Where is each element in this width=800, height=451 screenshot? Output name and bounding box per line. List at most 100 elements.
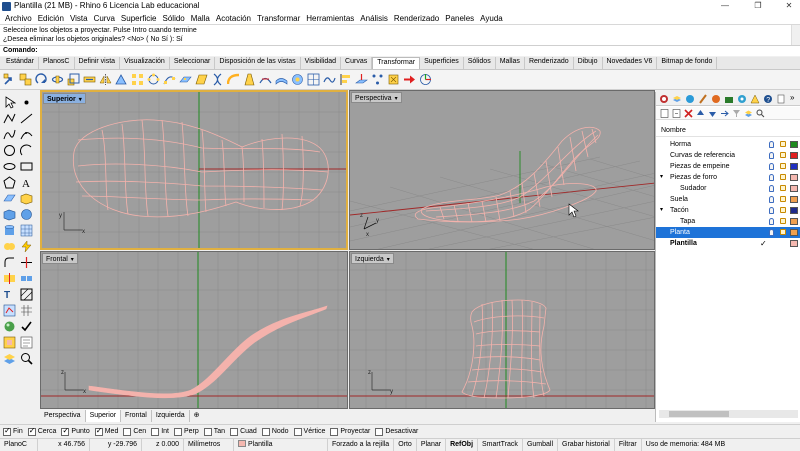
layers-column-header[interactable]: Nombre (656, 125, 800, 137)
array-curve-icon[interactable] (163, 73, 176, 86)
osnap-checkbox[interactable] (61, 426, 70, 436)
status-planar[interactable]: Planar (417, 438, 447, 451)
check-icon[interactable] (20, 320, 33, 333)
expand-twisty-icon[interactable]: ▾ (660, 172, 663, 183)
hatch-icon[interactable] (20, 288, 33, 301)
arrow-right-icon[interactable] (403, 73, 416, 86)
layer-row[interactable]: Horma (656, 139, 800, 150)
environments-tab-icon[interactable] (711, 94, 721, 104)
layer-lock-icon[interactable] (780, 207, 786, 213)
flow-along-curve-icon[interactable] (259, 73, 272, 86)
properties-icon[interactable] (20, 336, 33, 349)
layer-color-swatch[interactable] (790, 207, 798, 214)
layer-toggle-icon[interactable] (3, 352, 16, 365)
status-orto[interactable]: Orto (394, 438, 417, 451)
tab-novedades-v6[interactable]: Novedades V6 (603, 57, 658, 69)
osnap-checkbox[interactable] (330, 427, 339, 436)
align-icon[interactable] (339, 73, 352, 86)
surface-from-points-icon[interactable] (3, 192, 16, 205)
layer-color-swatch[interactable] (790, 240, 798, 247)
menu-herramientas[interactable]: Herramientas (303, 14, 357, 23)
status-refobj[interactable]: RefObj (446, 438, 479, 451)
lights-tab-icon[interactable] (750, 94, 760, 104)
menu-edicion[interactable]: Edición (35, 14, 67, 23)
dimension-icon[interactable]: T (3, 288, 16, 301)
osnap-cuad[interactable]: Cuad (230, 427, 257, 436)
textures-tab-icon[interactable] (724, 94, 734, 104)
layer-lock-icon[interactable] (780, 152, 786, 158)
boolean-union-icon[interactable] (3, 240, 16, 253)
osnap-checkbox[interactable] (173, 427, 182, 436)
point-icon[interactable] (20, 96, 33, 109)
curve-icon[interactable] (3, 128, 16, 141)
viewport-tab-perspectiva[interactable]: Perspectiva (40, 410, 86, 422)
panel-more-arrow-icon[interactable]: » (790, 93, 794, 102)
fillet-icon[interactable] (3, 256, 16, 269)
layer-filter-icon[interactable] (732, 109, 741, 118)
extrude-icon[interactable] (20, 192, 33, 205)
command-line-input[interactable]: Comando: (0, 45, 800, 56)
layer-row[interactable]: Plantilla ✓ (656, 238, 800, 249)
rotate-icon[interactable] (35, 73, 48, 86)
status-current-layer[interactable]: Plantilla (234, 438, 328, 451)
osnap-checkbox[interactable] (94, 426, 103, 436)
layer-lock-icon[interactable] (780, 163, 786, 169)
join-icon[interactable] (20, 272, 33, 285)
osnap-vertice[interactable]: Vértice (293, 427, 325, 436)
osnap-nodo[interactable]: Nodo (261, 427, 289, 436)
tab-disposicion-vistas[interactable]: Disposición de las vistas (215, 57, 301, 69)
osnap-checkbox[interactable] (293, 427, 302, 436)
layer-visibility-bulb-icon[interactable] (769, 196, 774, 203)
layer-color-swatch[interactable] (790, 163, 798, 170)
layer-color-swatch[interactable] (790, 141, 798, 148)
tab-seleccionar[interactable]: Seleccionar (170, 57, 216, 69)
osnap-desactivar[interactable]: Desactivar (375, 427, 418, 436)
scale-icon[interactable] (67, 73, 80, 86)
viewport-tab-frontal[interactable]: Frontal (121, 410, 152, 422)
line-icon[interactable] (20, 112, 33, 125)
polyline-icon[interactable] (3, 112, 16, 125)
menu-ayuda[interactable]: Ayuda (477, 14, 506, 23)
status-smarttrack[interactable]: SmartTrack (478, 438, 523, 451)
cage-edit-icon[interactable] (307, 73, 320, 86)
menu-acotacion[interactable]: Acotación (213, 14, 254, 23)
layer-list-scrollbar[interactable] (659, 410, 798, 418)
move-icon[interactable] (3, 73, 16, 86)
osnap-checkbox[interactable] (230, 427, 239, 436)
twist-icon[interactable] (211, 73, 224, 86)
menu-analisis[interactable]: Análisis (357, 14, 391, 23)
layer-states-icon[interactable] (744, 109, 753, 118)
status-grabar-historial[interactable]: Grabar historial (558, 438, 615, 451)
layer-color-swatch[interactable] (790, 229, 798, 236)
array-surface-icon[interactable] (179, 73, 192, 86)
current-layer-check-icon[interactable]: ✓ (760, 238, 767, 249)
osnap-int[interactable]: Int (151, 427, 169, 436)
polygon-icon[interactable] (3, 176, 16, 189)
minimize-button[interactable]: — (714, 0, 736, 12)
layer-lock-icon[interactable] (780, 185, 786, 191)
layer-visibility-bulb-icon[interactable] (769, 185, 774, 192)
project-to-cplane-icon[interactable] (355, 73, 368, 86)
tab-solidos[interactable]: Sólidos (464, 57, 496, 69)
viewport-perspectiva[interactable]: z y x Perspectiva ▾ (349, 90, 655, 250)
trim-icon[interactable] (20, 256, 33, 269)
analyze-icon[interactable] (3, 304, 16, 317)
sphere-icon[interactable] (20, 208, 33, 221)
polar-array-icon[interactable] (147, 73, 160, 86)
layer-visibility-bulb-icon[interactable] (769, 152, 774, 159)
viewport-label-izquierda[interactable]: Izquierda ▾ (351, 253, 394, 264)
layer-visibility-bulb-icon[interactable] (769, 141, 774, 148)
layer-row[interactable]: Planta (656, 227, 800, 238)
tab-visualizacion[interactable]: Visualización (120, 57, 170, 69)
osnap-tan[interactable]: Tan (203, 427, 225, 436)
viewport-label-superior[interactable]: Superior ▾ (43, 93, 86, 104)
layer-color-swatch[interactable] (790, 152, 798, 159)
named-views-tab-icon[interactable] (737, 94, 747, 104)
layer-color-swatch[interactable] (790, 196, 798, 203)
layer-row[interactable]: Piezas de empeine (656, 161, 800, 172)
layer-visibility-bulb-icon[interactable] (769, 218, 774, 225)
shear-icon[interactable] (195, 73, 208, 86)
tab-visibilidad[interactable]: Visibilidad (301, 57, 342, 69)
maximize-button[interactable]: ❐ (747, 0, 769, 12)
viewport-frontal[interactable]: z x Frontal ▾ (40, 251, 348, 409)
